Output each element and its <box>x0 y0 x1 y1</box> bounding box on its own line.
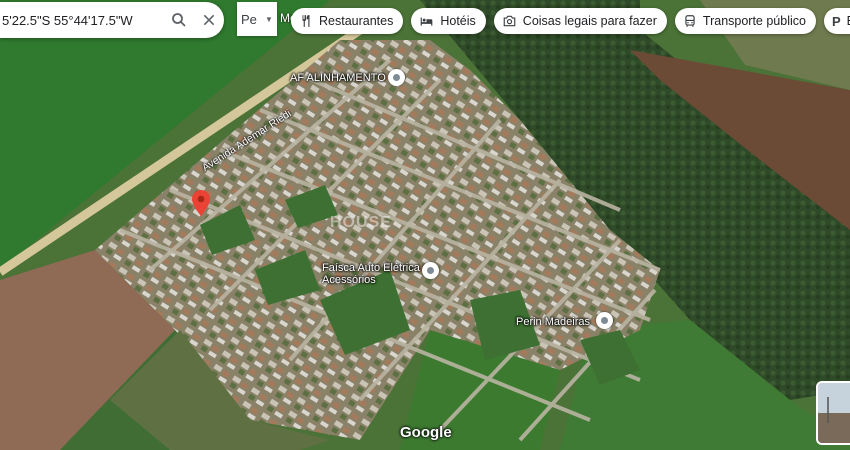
search-bar: 5'22.5"S 55°44'17.5"W <box>0 2 224 38</box>
chip-label: Hotéis <box>440 14 476 28</box>
chip-label: Coisas legais para fazer <box>522 14 657 28</box>
bus-icon <box>683 14 697 28</box>
chip-transit[interactable]: Transporte público <box>674 8 816 34</box>
location-pin-icon[interactable] <box>192 190 210 221</box>
chip-label: E <box>847 14 850 28</box>
poi-marker-icon[interactable] <box>388 69 405 86</box>
watermark: HOUSE <box>330 214 392 231</box>
layer-dropdown[interactable]: Pe ▼ <box>237 2 277 36</box>
satellite-map[interactable] <box>0 0 850 450</box>
street-view-thumbnail[interactable] <box>816 381 850 445</box>
close-icon[interactable] <box>194 5 224 35</box>
chip-hotels[interactable]: Hotéis <box>411 8 486 34</box>
layer-dropdown-label: Pe <box>241 11 257 27</box>
chevron-down-icon: ▼ <box>265 14 273 24</box>
parking-icon: P <box>831 13 841 29</box>
chip-things-to-do[interactable]: Coisas legais para fazer <box>493 8 667 34</box>
poi-marker-icon[interactable] <box>596 312 613 329</box>
google-logo: Google <box>400 424 452 441</box>
chip-restaurants[interactable]: Restaurantes <box>291 8 404 34</box>
poi-label-faisca[interactable]: Faísca Auto Elétrica e Acessórios <box>322 262 434 286</box>
chip-label: Restaurantes <box>319 14 394 28</box>
search-icon[interactable] <box>164 5 194 35</box>
chip-label: Transporte público <box>702 14 806 28</box>
bed-icon <box>419 14 434 28</box>
fork-knife-icon <box>299 14 313 28</box>
search-input[interactable]: 5'22.5"S 55°44'17.5"W <box>0 13 164 28</box>
chip-parking[interactable]: P E <box>823 8 850 34</box>
poi-label-perin-madeiras[interactable]: Perin Madeiras <box>516 316 590 328</box>
poi-marker-icon[interactable] <box>422 262 439 279</box>
camera-icon <box>502 14 517 28</box>
poi-label-af-alinhamento[interactable]: AF ALINHAMENTO <box>290 72 386 84</box>
category-chips: Restaurantes Hotéis Coisas legais para f… <box>291 8 850 34</box>
